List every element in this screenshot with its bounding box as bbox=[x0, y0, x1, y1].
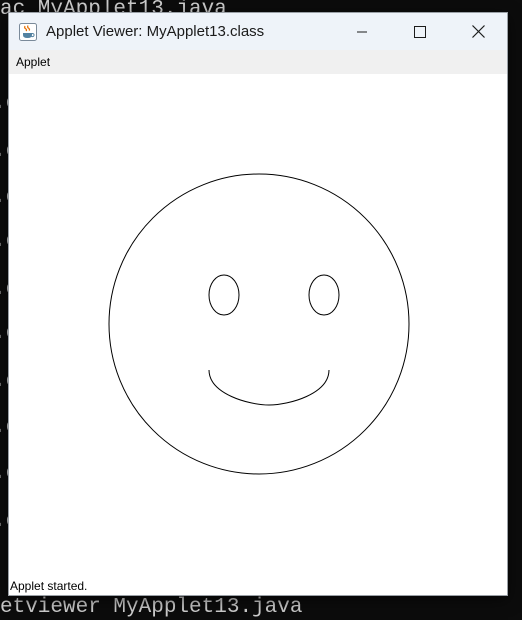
menu-bar: Applet bbox=[9, 50, 507, 74]
right-eye bbox=[308, 274, 340, 316]
terminal-line-bottom: etviewer MyApplet13.java bbox=[0, 596, 303, 619]
applet-canvas[interactable] bbox=[9, 74, 507, 579]
status-bar-text: Applet started. bbox=[10, 579, 88, 593]
close-button[interactable] bbox=[449, 13, 507, 50]
left-eye bbox=[208, 274, 240, 316]
java-cup-icon[interactable] bbox=[18, 22, 38, 42]
maximize-icon bbox=[414, 25, 426, 38]
smiley-drawing bbox=[108, 173, 410, 475]
maximize-button[interactable] bbox=[391, 13, 449, 50]
close-icon bbox=[471, 25, 485, 38]
minimize-button[interactable] bbox=[333, 13, 391, 50]
minimize-icon bbox=[357, 31, 367, 32]
window-title: Applet Viewer: MyApplet13.class bbox=[46, 23, 265, 40]
title-bar[interactable]: Applet Viewer: MyApplet13.class bbox=[9, 13, 507, 50]
smile-arc bbox=[208, 369, 330, 406]
applet-viewer-window[interactable]: Applet Viewer: MyApplet13.class Applet A… bbox=[8, 12, 508, 596]
menu-applet[interactable]: Applet bbox=[9, 55, 50, 69]
face-circle bbox=[108, 173, 410, 475]
window-controls bbox=[333, 13, 507, 50]
